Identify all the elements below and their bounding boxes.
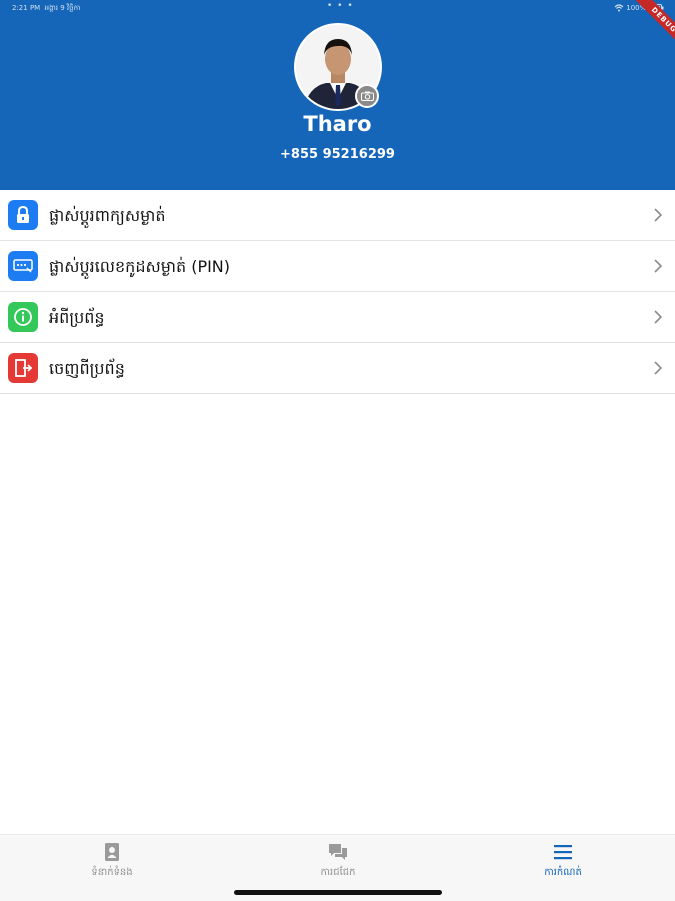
nav-tab-label: ការជជែក [320,867,356,878]
info-icon [8,302,38,332]
profile-name: Tharo [303,112,372,136]
lock-icon [8,200,38,230]
wifi-icon [614,4,624,12]
profile-phone: +855 95216299 [280,147,395,162]
status-time-date: 2:21 PM អង្គារ 9 វិច្ឆិកា [12,4,80,14]
camera-icon [360,91,374,101]
menu-item-change-password[interactable]: ផ្លាស់ប្តូរពាក្យសម្ងាត់ [0,190,675,241]
chevron-right-icon [654,361,662,375]
status-bar: 2:21 PM អង្គារ 9 វិច្ឆិកា • • • 100% [0,0,675,16]
chevron-right-icon [654,208,662,222]
logout-icon [8,353,38,383]
menu-item-logout[interactable]: ចេញពីប្រព័ន្ធ [0,343,675,394]
chevron-right-icon [654,259,662,273]
menu-icon [554,845,572,860]
status-date: អង្គារ 9 វិច្ឆិកា [44,4,81,12]
menu-item-change-pin[interactable]: ផ្លាស់ប្តូរលេខកូដសម្ងាត់ (PIN) [0,241,675,292]
nav-tab-contacts[interactable]: ទំនាក់ទំនង [52,841,172,880]
status-time: 2:21 PM [12,4,41,12]
menu-item-about[interactable]: អំពីប្រព័ន្ធ [0,292,675,343]
nav-tab-label: ការកំណត់ [544,867,582,878]
change-photo-button[interactable] [355,84,379,108]
profile-header: 2:21 PM អង្គារ 9 វិច្ឆិកា • • • 100% DEB… [0,0,675,190]
settings-menu: ផ្លាស់ប្តូរពាក្យសម្ងាត់ ផ្លាស់ប្តូរលេខកូ… [0,190,675,394]
menu-item-label: ចេញពីប្រព័ន្ធ [49,359,125,378]
home-indicator[interactable] [234,890,442,895]
multitasking-dots[interactable]: • • • [327,1,354,11]
menu-item-label: ផ្លាស់ប្តូរលេខកូដសម្ងាត់ (PIN) [49,257,231,276]
pin-keypad-icon [8,251,38,281]
menu-item-label: ផ្លាស់ប្តូរពាក្យសម្ងាត់ [49,206,166,225]
chevron-right-icon [654,310,662,324]
nav-tab-chat[interactable]: ការជជែក [278,841,398,880]
chat-bubbles-icon [329,844,347,860]
contact-book-icon [105,843,119,861]
nav-tab-settings[interactable]: ការកំណត់ [503,841,623,880]
nav-tab-label: ទំនាក់ទំនង [91,867,133,878]
menu-item-label: អំពីប្រព័ន្ធ [49,308,105,327]
